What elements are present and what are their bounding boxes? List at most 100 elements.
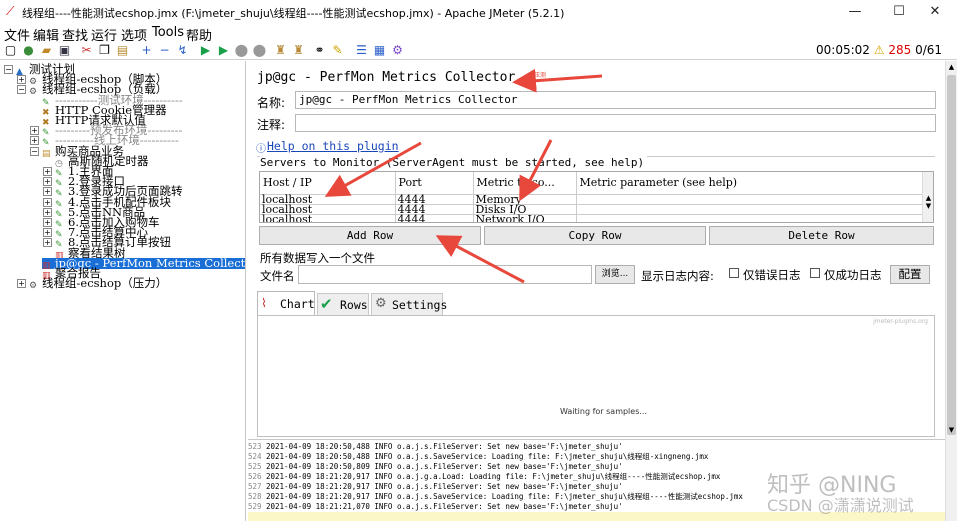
- search-icon[interactable]: ⚭: [312, 43, 327, 58]
- log-line-number: 526: [248, 472, 262, 481]
- name-field[interactable]: jp@gc - PerfMon Metrics Collector: [295, 91, 936, 109]
- add-row-button[interactable]: Add Row: [259, 226, 481, 245]
- stop-icon[interactable]: ⬤: [234, 43, 249, 58]
- file-section-label: 所有数据写入一个文件: [260, 251, 375, 265]
- cell-parameter[interactable]: [576, 214, 922, 222]
- gear-icon: ⚙: [29, 87, 38, 98]
- log-line-text: 2021-04-09 18:20:50,809 INFO o.a.j.s.Fil…: [266, 462, 623, 471]
- start-no-pause-icon[interactable]: ▶: [216, 43, 231, 58]
- column-parameter[interactable]: Metric parameter (see help): [576, 172, 922, 194]
- copy-row-button[interactable]: Copy Row: [484, 226, 706, 245]
- chart-watermark: jmeter-plugins.org: [873, 318, 928, 325]
- info-icon: ⓘ: [256, 144, 266, 155]
- perfmon-editor-panel: jp@gc - PerfMon Metrics Collector 压测 名称:…: [248, 61, 945, 437]
- start-icon[interactable]: ▶: [198, 43, 213, 58]
- reset-search-icon[interactable]: ✎: [330, 43, 345, 58]
- tab-chart[interactable]: ⌇ Chart: [257, 291, 315, 315]
- paste-icon[interactable]: ▤: [115, 43, 130, 58]
- minimize-button[interactable]: —: [833, 0, 877, 24]
- cut-icon[interactable]: ✂: [79, 43, 94, 58]
- log-line: 524 2021-04-09 18:20:50,488 INFO o.a.j.s.…: [248, 452, 708, 462]
- open-icon[interactable]: ▰: [39, 43, 54, 58]
- log-panel[interactable]: 523 2021-04-09 18:20:50,488 INFO o.a.j.s.…: [248, 439, 945, 521]
- toggle-icon[interactable]: ↯: [175, 43, 190, 58]
- table-row[interactable]: localhost 4444 Disks I/O: [260, 204, 922, 215]
- remote-icon[interactable]: ⚙: [390, 43, 405, 58]
- tree-expander[interactable]: +: [43, 228, 52, 238]
- menu-tools[interactable]: Tools: [152, 25, 184, 40]
- column-port[interactable]: Port: [395, 172, 474, 194]
- log-line-text: 2021-04-09 18:20:50,488 INFO o.a.j.s.Fil…: [266, 442, 623, 451]
- title-bar: ⟋ 线程组----性能测试ecshop.jmx (F:\jmeter_shuju…: [0, 0, 957, 24]
- main-scrollbar[interactable]: ▲ ▼: [945, 61, 957, 521]
- jmeter-feather-icon: ⟋: [6, 4, 15, 18]
- tree-expander[interactable]: −: [17, 85, 26, 95]
- scroll-thumb[interactable]: [947, 75, 956, 435]
- configure-button[interactable]: 配置: [890, 265, 930, 284]
- gear-icon: ⚙: [375, 296, 387, 311]
- table-row[interactable]: localhost 4444 Network I/O: [260, 214, 922, 222]
- scroll-up-icon[interactable]: ▲: [946, 63, 957, 71]
- servers-table: Host / IP Port Metric to co... Metric pa…: [259, 171, 934, 223]
- tree-expander[interactable]: +: [43, 218, 52, 227]
- cell-host[interactable]: localhost: [260, 214, 396, 222]
- log-line-text: 2021-04-09 18:20:50,488 INFO o.a.j.s.Sav…: [266, 452, 709, 461]
- column-metric[interactable]: Metric to co...: [473, 172, 577, 194]
- expand-icon[interactable]: +: [139, 43, 154, 58]
- warning-count[interactable]: 285: [888, 43, 911, 57]
- tab-settings[interactable]: ⚙ Settings: [371, 293, 447, 315]
- tree-expander[interactable]: +: [43, 197, 52, 207]
- log-line: 523 2021-04-09 18:20:50,488 INFO o.a.j.s.…: [248, 442, 623, 452]
- log-line-text: 2021-04-09 18:21:20,917 INFO o.a.j.g.a.L…: [266, 472, 721, 481]
- column-host[interactable]: Host / IP: [260, 172, 396, 194]
- new-icon[interactable]: ▢: [3, 43, 18, 58]
- delete-row-button[interactable]: Delete Row: [709, 226, 934, 245]
- cell-port[interactable]: 4444: [395, 214, 474, 222]
- help-icon[interactable]: ▦: [372, 43, 387, 58]
- tree-expander[interactable]: −: [30, 146, 39, 156]
- shutdown-icon[interactable]: ⬤: [252, 43, 267, 58]
- tree-expander[interactable]: +: [43, 238, 52, 248]
- cell-parameter[interactable]: [576, 194, 922, 204]
- cell-parameter[interactable]: [576, 204, 922, 214]
- cell-metric[interactable]: Network I/O: [473, 214, 577, 222]
- tab-chart-label: Chart: [280, 297, 315, 311]
- close-button[interactable]: ✕: [913, 0, 957, 24]
- tab-rows[interactable]: ✔ Rows: [317, 293, 369, 315]
- errors-only-checkbox[interactable]: [729, 268, 739, 278]
- scroll-down-icon[interactable]: ▼: [946, 426, 957, 434]
- templates-icon[interactable]: ●: [21, 43, 36, 58]
- tree-expander[interactable]: +: [43, 167, 52, 176]
- scroll-down-icon[interactable]: ▼: [923, 202, 933, 210]
- browse-button[interactable]: 浏览...: [595, 265, 635, 284]
- success-only-checkbox[interactable]: [810, 268, 820, 278]
- tree-expander[interactable]: +: [17, 279, 26, 289]
- success-only-label[interactable]: 仅成功日志: [824, 267, 882, 283]
- gear-icon: ⚙: [29, 281, 38, 292]
- table-scrollbar[interactable]: ▲ ▼: [922, 172, 933, 222]
- collapse-icon[interactable]: −: [157, 43, 172, 58]
- tree-expander[interactable]: +: [30, 126, 39, 136]
- comment-field[interactable]: [295, 114, 936, 132]
- clear-icon[interactable]: ♜: [273, 43, 288, 58]
- active-threads: 0/61: [915, 43, 943, 57]
- check-icon: ✔: [320, 295, 333, 313]
- tree-expander[interactable]: +: [43, 207, 52, 217]
- tree-node[interactable]: ⚙ 线程组-ecshop（压力）: [29, 277, 167, 292]
- copy-icon[interactable]: ❐: [97, 43, 112, 58]
- help-plugin-link[interactable]: Help on this plugin: [267, 139, 399, 153]
- tree-expander[interactable]: +: [30, 136, 39, 146]
- tree-expander[interactable]: +: [43, 187, 52, 197]
- warning-icon[interactable]: ⚠: [874, 43, 885, 57]
- errors-only-label[interactable]: 仅错误日志: [743, 267, 801, 283]
- chart-area: jmeter-plugins.org Waiting for samples..…: [257, 315, 935, 437]
- scroll-up-icon[interactable]: ▲: [923, 194, 933, 202]
- tree-expander[interactable]: +: [43, 177, 52, 187]
- tree-expander[interactable]: +: [17, 75, 26, 85]
- function-helper-icon[interactable]: ☰: [354, 43, 369, 58]
- clear-all-icon[interactable]: ♜: [291, 43, 306, 58]
- tree-expander[interactable]: −: [4, 65, 13, 74]
- save-icon[interactable]: ▣: [57, 43, 72, 58]
- filename-field[interactable]: [298, 265, 592, 284]
- table-row[interactable]: localhost 4444 Memory: [260, 194, 922, 205]
